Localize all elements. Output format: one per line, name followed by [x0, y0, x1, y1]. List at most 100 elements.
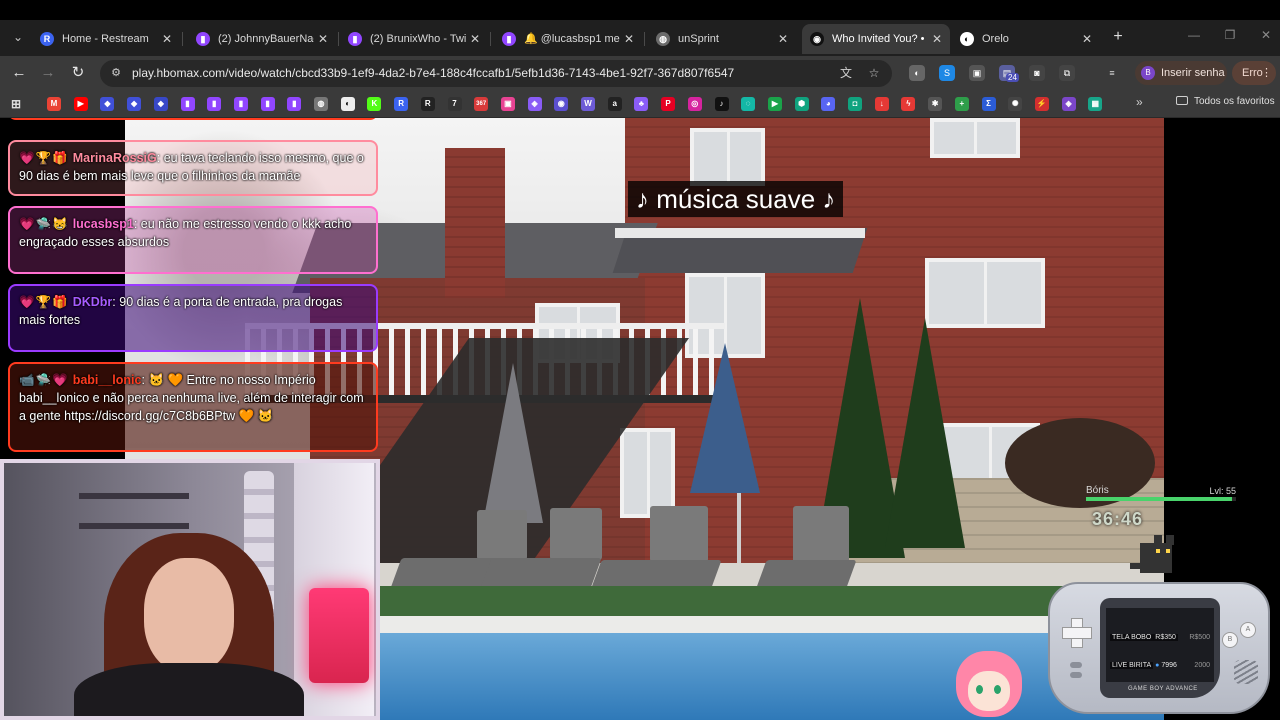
pinterest-icon[interactable]: P: [661, 97, 676, 111]
bookmark-icon[interactable]: ◘: [848, 97, 862, 111]
tab-separator: [182, 32, 183, 46]
tab-close-icon[interactable]: ✕: [624, 24, 634, 54]
translate-icon[interactable]: 文: [838, 65, 854, 81]
video-player[interactable]: ♪ música suave ♪ 💗🏆🎁 MarinaRossiG: eu tav…: [0, 118, 1280, 720]
tab-search-chevron-down-icon[interactable]: ⌄: [8, 26, 28, 48]
counter-icon[interactable]: 367: [474, 97, 489, 111]
close-window-icon[interactable]: ✕: [1256, 28, 1276, 42]
pet-level: Lvl: 55: [1209, 486, 1236, 496]
bookmark-icon[interactable]: ⬢: [794, 97, 809, 111]
kick-icon[interactable]: K: [367, 97, 382, 111]
chat-separator: :: [133, 217, 141, 231]
tab-0[interactable]: R Home - Restream ✕: [32, 24, 180, 54]
extension-icon[interactable]: ◐: [909, 65, 925, 81]
tab-close-icon[interactable]: ✕: [318, 24, 328, 54]
streamer-face: [144, 558, 234, 673]
coin-icon: ●: [1155, 662, 1160, 669]
twitch-icon[interactable]: ▮: [260, 97, 275, 111]
youtube-icon[interactable]: ▶: [73, 97, 88, 111]
back-arrow-icon[interactable]: ←: [8, 62, 30, 84]
bookmark-icon[interactable]: ✱: [928, 97, 943, 111]
download-icon[interactable]: ↓: [874, 97, 889, 111]
chat-badges-icon: 💗🛸😸: [19, 217, 69, 231]
forward-arrow-icon[interactable]: →: [37, 62, 59, 84]
more-bookmarks-chevron-icon[interactable]: »: [1136, 95, 1143, 109]
twitch-icon[interactable]: ▮: [233, 97, 248, 111]
twitch-icon[interactable]: ▮: [287, 97, 302, 111]
bookmark-icon[interactable]: ◈: [1061, 97, 1076, 111]
b-button-icon: B: [1222, 632, 1238, 648]
globe-icon[interactable]: ◍: [314, 97, 328, 111]
bolt-icon[interactable]: ϟ: [901, 97, 916, 111]
pet-name: Bóris: [1086, 485, 1109, 496]
tab-close-icon[interactable]: ✕: [932, 24, 942, 54]
shazam-icon[interactable]: S: [939, 65, 955, 81]
tab-5[interactable]: ◉ Who Invited You? • H ✕: [802, 24, 950, 54]
twitch-icon[interactable]: ▮: [207, 97, 222, 111]
chat-badges-icon: 💗🏆🎁: [19, 151, 69, 165]
orelo-icon[interactable]: ◐: [340, 97, 355, 111]
twitch-icon: ▮: [348, 32, 362, 46]
tab-6[interactable]: ◐ Orelo ✕: [952, 24, 1100, 54]
anime-face: [968, 671, 1010, 711]
url-text[interactable]: play.hbomax.com/video/watch/cbcd33b9-1ef…: [132, 60, 734, 87]
seven-tv-icon[interactable]: 7: [447, 97, 462, 111]
site-info-icon[interactable]: ⚙: [108, 65, 124, 81]
bookmark-icon[interactable]: ◈: [527, 97, 542, 111]
tab-3[interactable]: ▮ 🔔 @lucasbsp1 men ✕: [494, 24, 642, 54]
twitch-icon[interactable]: ▮: [180, 97, 195, 111]
bookmark-icon[interactable]: ◆: [153, 97, 168, 111]
goal-2-target: 2000: [1194, 662, 1210, 669]
bookmark-icon[interactable]: ⚡: [1034, 97, 1049, 111]
stream-timer: 36:46: [1092, 509, 1144, 529]
plus-icon[interactable]: +: [954, 97, 969, 111]
screen-capture-icon[interactable]: ▣: [969, 65, 985, 81]
profile-label: Inserir senha: [1161, 67, 1225, 79]
reload-icon[interactable]: ↻: [67, 62, 89, 84]
chatgpt-icon[interactable]: ✺: [1008, 97, 1023, 111]
bookmark-icon[interactable]: ♣: [634, 97, 649, 111]
new-tab-plus-icon[interactable]: +: [1108, 28, 1128, 46]
address-bar[interactable]: ⚙ play.hbomax.com/video/watch/cbcd33b9-1…: [100, 60, 892, 87]
tab-close-icon[interactable]: ✕: [162, 24, 172, 54]
tab-2[interactable]: ▮ (2) BrunixWho - Twit ✕: [340, 24, 488, 54]
extension-badge-count: 24: [1006, 73, 1019, 82]
word-icon[interactable]: W: [581, 97, 595, 111]
gmail-icon[interactable]: M: [47, 97, 61, 111]
puzzle-icon[interactable]: ⧉: [1059, 65, 1075, 81]
bookmark-icon[interactable]: ◉: [554, 97, 569, 111]
profile-button[interactable]: B Inserir senha: [1135, 61, 1227, 85]
apps-grid-icon[interactable]: ⊞: [9, 97, 23, 111]
browser-toolbar: ← → ↻ ⚙ play.hbomax.com/video/watch/cbcd…: [0, 56, 1280, 90]
minimize-icon[interactable]: —: [1184, 28, 1204, 42]
tiktok-icon[interactable]: ♪: [714, 97, 729, 111]
tab-close-icon[interactable]: ✕: [1082, 24, 1092, 54]
tab-1[interactable]: ▮ (2) JohnnyBauerNao ✕: [188, 24, 336, 54]
gba-brand-label: GAME BOY ADVANCE: [1128, 686, 1198, 692]
bookmark-star-icon[interactable]: ☆: [866, 65, 882, 81]
discord-icon[interactable]: ◕: [821, 97, 836, 111]
bookmark-icon[interactable]: ◆: [127, 97, 142, 111]
reading-list-icon[interactable]: ≡: [1104, 65, 1120, 81]
bookmark-icon[interactable]: ▦: [1088, 97, 1103, 111]
bookmark-icon[interactable]: ◌: [741, 97, 756, 111]
r-icon[interactable]: R: [420, 97, 435, 111]
tab-close-icon[interactable]: ✕: [778, 24, 788, 54]
maximize-icon[interactable]: ❐: [1220, 28, 1240, 42]
tab-4[interactable]: ◍ unSprint ✕: [648, 24, 796, 54]
instagram-icon[interactable]: ◎: [687, 97, 702, 111]
restream-icon: R: [40, 32, 54, 46]
amazon-icon[interactable]: a: [607, 97, 622, 111]
tab-close-icon[interactable]: ✕: [470, 24, 480, 54]
restream-icon[interactable]: R: [394, 97, 409, 111]
goal-1-label: TELA BOBO: [1110, 634, 1154, 641]
bookmark-icon[interactable]: ◆: [100, 97, 115, 111]
hbomax-icon: ◉: [810, 32, 824, 46]
camera-icon[interactable]: ◙: [1029, 65, 1045, 81]
bookmark-icon[interactable]: ▣: [500, 97, 515, 111]
error-menu-button[interactable]: Erro ⋮: [1232, 61, 1276, 85]
play-icon[interactable]: ▶: [767, 97, 782, 111]
start-button-icon: [1070, 672, 1082, 678]
all-bookmarks-folder[interactable]: Todos os favoritos: [1176, 96, 1275, 107]
bookmark-icon[interactable]: Σ: [981, 97, 996, 111]
